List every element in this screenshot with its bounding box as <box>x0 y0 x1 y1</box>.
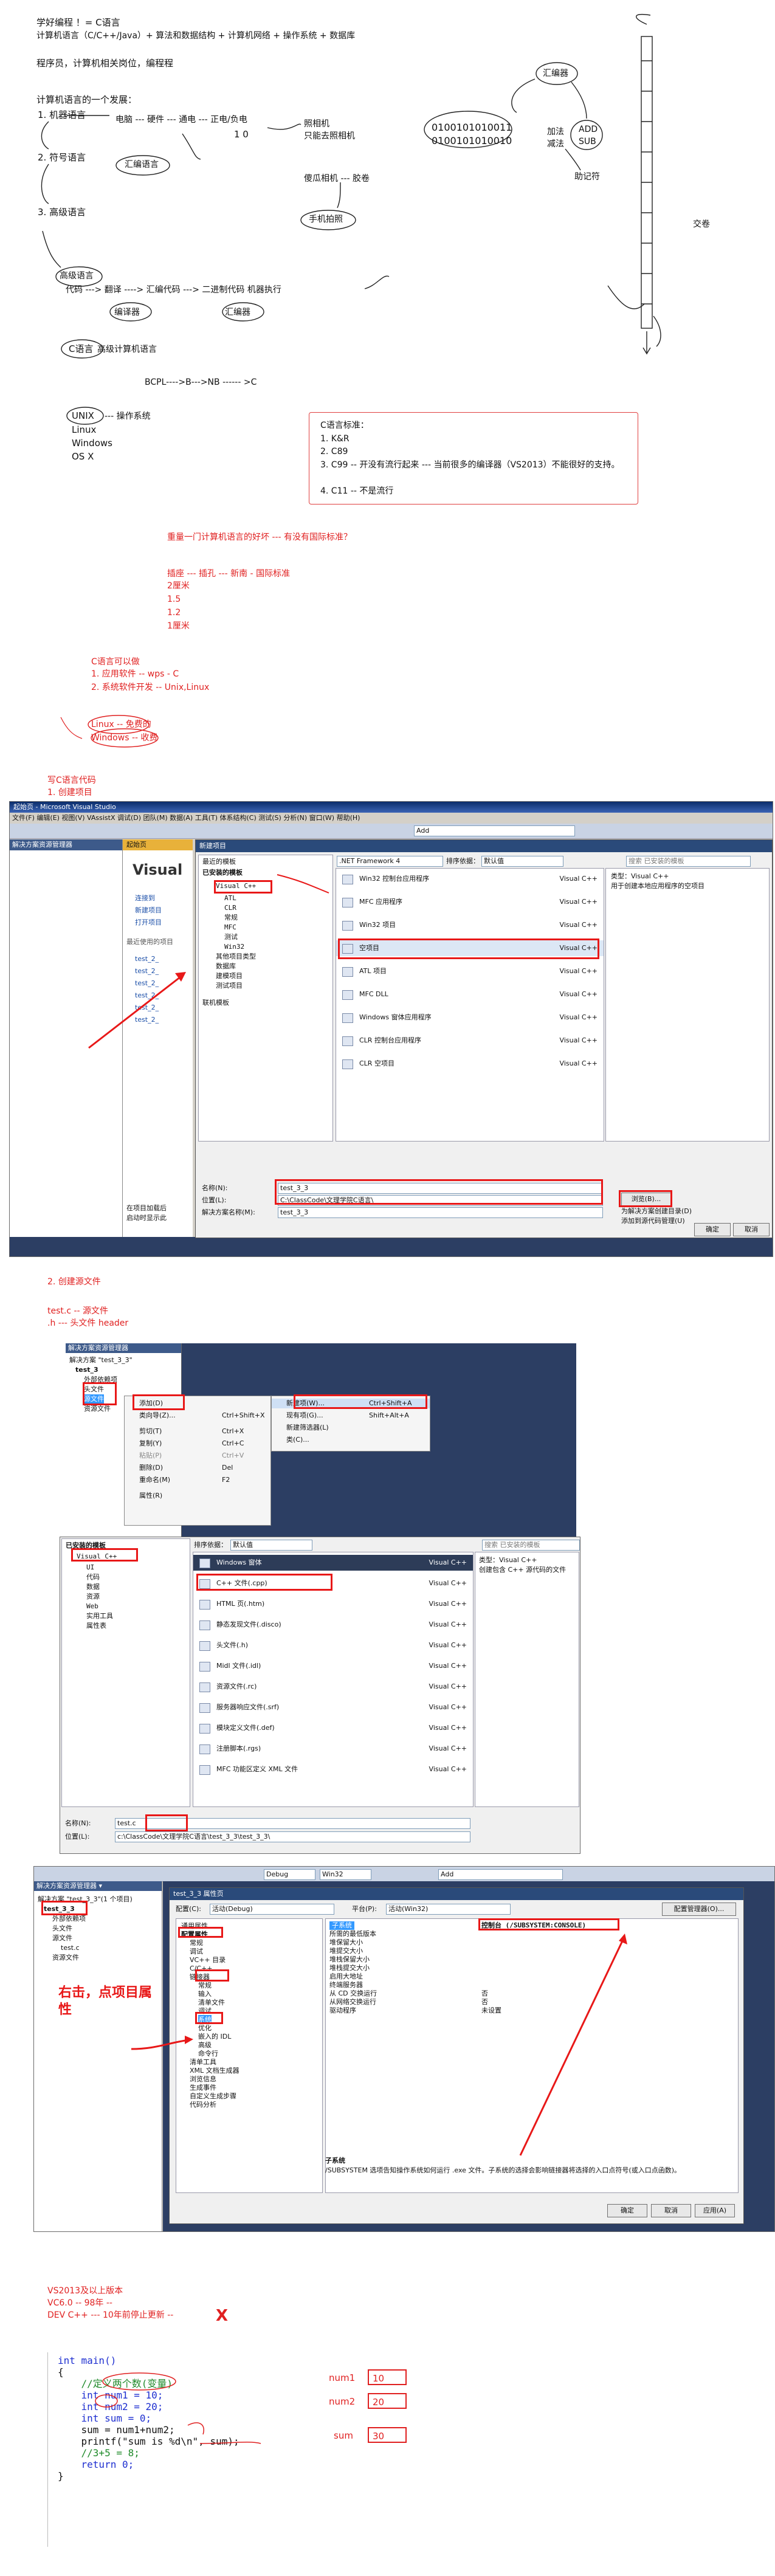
submenu-class[interactable]: 类(C)... <box>272 1435 430 1445</box>
context-menu: 添加(D) 类向导(Z)... Ctrl+Shift+X 剪切(T) Ctrl+X … <box>124 1396 271 1526</box>
create-project-step: 1. 创建项目 <box>47 788 92 797</box>
highlight-source-files <box>83 1382 117 1405</box>
vs-version-1: VS2013及以上版本 <box>47 2286 123 2296</box>
item-icon <box>199 1703 210 1713</box>
item-location-input[interactable]: c:\ClassCode\文理学院C语言\test_3_3\test_3_3\ <box>115 1831 470 1842</box>
item-icon <box>199 1662 210 1672</box>
item-html[interactable]: HTML 页(.htm) Visual C++ <box>193 1596 473 1612</box>
menu-class-wizard[interactable]: 类向导(Z)... Ctrl+Shift+X <box>125 1411 270 1421</box>
item-rgs[interactable]: 注册脚本(.rgs) Visual C++ <box>193 1741 473 1757</box>
source-file-note: test.c -- 源文件 <box>47 1306 109 1316</box>
resource-files-node[interactable]: 资源文件 <box>84 1404 111 1413</box>
menu-paste[interactable]: 粘贴(P) Ctrl+V <box>125 1451 270 1461</box>
item-windows-form[interactable]: Windows 窗体 Visual C++ <box>193 1555 473 1571</box>
item-disco[interactable]: 静态发现文件(.disco) Visual C++ <box>193 1617 473 1633</box>
cross-mark: X <box>216 2307 229 2325</box>
vs-add-new-item-screenshot: 已安装的模板 Visual C++ UI 代码 数据 资源 Web 实用工具 属… <box>60 1537 580 1854</box>
item-icon <box>199 1558 210 1568</box>
vs-property-pages-screenshot: Debug Win32 Add 解决方案资源管理器 ▾ 解决方案 "test_3… <box>33 1866 775 2232</box>
sort-select[interactable]: 默认值 <box>230 1540 312 1551</box>
item-rc[interactable]: 资源文件(.rc) Visual C++ <box>193 1679 473 1695</box>
name-label: 名称(N): <box>65 1819 91 1827</box>
highlight-add <box>133 1394 185 1410</box>
solution-explorer-title: 解决方案资源管理器 <box>66 1343 181 1353</box>
item-ribbon-xml[interactable]: MFC 功能区定义 XML 文件 Visual C++ <box>193 1762 473 1777</box>
tree-web[interactable]: Web <box>86 1602 98 1611</box>
tree-ui[interactable]: UI <box>86 1563 94 1572</box>
code-editor: int main() { //定义两个数(变量) int num1 = 10; … <box>47 2352 595 2547</box>
create-file-step: 2. 创建源文件 <box>47 1277 101 1287</box>
item-search[interactable]: 搜索 已安装的模板 <box>482 1540 580 1551</box>
item-srf[interactable]: 服务器响应文件(.srf) Visual C++ <box>193 1700 473 1715</box>
item-icon <box>199 1744 210 1754</box>
item-template-tree: 已安装的模板 Visual C++ UI 代码 数据 资源 Web 实用工具 属… <box>61 1538 190 1807</box>
highlight-name <box>145 1814 188 1831</box>
highlight-new-item <box>294 1394 427 1409</box>
menu-delete[interactable]: 删除(D) Del <box>125 1463 270 1473</box>
tree-utilities[interactable]: 实用工具 <box>86 1612 113 1620</box>
solution-node[interactable]: 解决方案 "test_3_3" <box>69 1355 133 1365</box>
hand-drawn-strokes <box>41 14 661 748</box>
item-icon <box>199 1682 210 1692</box>
tree-code[interactable]: 代码 <box>86 1573 100 1582</box>
location-label: 位置(L): <box>65 1833 90 1841</box>
item-description: 类型：Visual C++ 创建包含 C++ 源代码的文件 <box>475 1552 579 1807</box>
type-desc: 创建包含 C++ 源代码的文件 <box>479 1566 567 1574</box>
type-label: 类型：Visual C++ <box>479 1556 537 1564</box>
item-icon <box>199 1641 210 1651</box>
menu-copy[interactable]: 复制(Y) Ctrl+C <box>125 1439 270 1448</box>
header-file-note: .h --- 头文件 header <box>47 1318 129 1328</box>
item-def[interactable]: 模块定义文件(.def) Visual C++ <box>193 1720 473 1736</box>
tree-resource[interactable]: 资源 <box>86 1593 100 1601</box>
sort-label: 排序依据： <box>194 1541 227 1549</box>
vs-version-3: DEV C++ --- 10年前停止更新 -- <box>47 2310 174 2320</box>
item-header[interactable]: 头文件(.h) Visual C++ <box>193 1638 473 1653</box>
write-c-code: 写C语言代码 <box>47 776 96 785</box>
item-icon <box>199 1765 210 1775</box>
vs-new-project-screenshot: 起始页 - Microsoft Visual Studio 文件(F) 编辑(E… <box>9 801 773 1257</box>
highlight-cpp-file <box>196 1574 332 1591</box>
vs-version-2: VC6.0 -- 98年 -- <box>47 2298 112 2308</box>
item-icon <box>199 1600 210 1610</box>
tree-data[interactable]: 数据 <box>86 1583 100 1591</box>
item-icon <box>199 1620 210 1630</box>
item-midl[interactable]: Midl 文件(.idl) Visual C++ <box>193 1658 473 1674</box>
submenu-new-filter[interactable]: 新建筛选器(L) <box>272 1423 430 1433</box>
menu-properties[interactable]: 属性(R) <box>125 1491 270 1501</box>
annotation-arrows <box>131 1934 627 2156</box>
highlight-visual-cpp <box>71 1548 138 1562</box>
menu-cut[interactable]: 剪切(T) Ctrl+X <box>125 1427 270 1436</box>
submenu-existing-item[interactable]: 现有项(G)... Shift+Alt+A <box>272 1411 430 1421</box>
project-node[interactable]: test_3 <box>75 1365 98 1374</box>
code-annotations <box>95 2372 261 2444</box>
tree-property-sheets[interactable]: 属性表 <box>86 1622 106 1630</box>
menu-rename[interactable]: 重命名(M) F2 <box>125 1475 270 1485</box>
annotation-arrows <box>88 874 329 1049</box>
vs-add-item-screenshot: 解决方案资源管理器 解决方案 "test_3_3" test_3 外部依赖项 头… <box>66 1343 576 1544</box>
item-icon <box>199 1724 210 1734</box>
